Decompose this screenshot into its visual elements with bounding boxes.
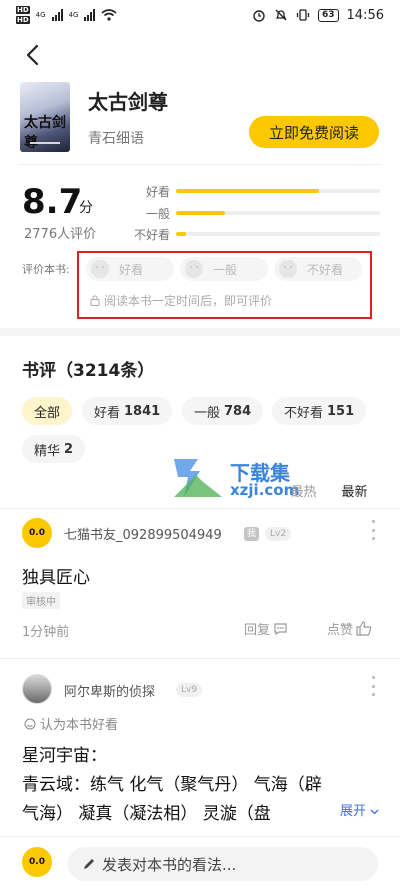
filter-label: 好看	[94, 405, 121, 421]
expand-label: 展开	[340, 804, 367, 819]
rating-bar-fill	[176, 232, 187, 236]
rating-bar-track	[176, 189, 380, 193]
my-avatar[interactable]: 0.0	[22, 847, 52, 877]
avatar[interactable]: 0.0	[22, 518, 52, 548]
section-separator	[0, 328, 400, 336]
rating-bar-good: 好看	[128, 184, 380, 199]
cover-decoration	[30, 142, 60, 144]
filter-label: 精华	[34, 443, 61, 459]
filter-count: 151	[327, 403, 355, 419]
divider	[20, 164, 380, 165]
avatar-face: 0.0	[29, 857, 45, 867]
like-label: 点赞	[327, 623, 354, 638]
avatar[interactable]	[22, 674, 52, 704]
sort-new[interactable]: 最新	[329, 477, 380, 503]
network-label-1: 4G	[35, 11, 46, 19]
signal-icon-2	[84, 9, 96, 21]
comment-icon	[274, 622, 287, 635]
opinion-text: 认为本书好看	[40, 718, 119, 733]
status-left: HD HD 4G 4G	[16, 5, 117, 25]
hd-tag-2: HD	[16, 16, 30, 24]
filter-normal[interactable]: 一般 784	[182, 397, 264, 425]
review-opinion: 认为本书好看	[24, 714, 118, 733]
mute-bell-icon	[275, 9, 287, 21]
rating-bar-label: 好看	[145, 184, 170, 199]
thumbs-up-icon	[356, 621, 372, 636]
back-button[interactable]	[18, 40, 46, 70]
reply-label: 回复	[244, 623, 271, 638]
status-bar: HD HD 4G 4G 63 14:56	[0, 0, 400, 30]
pencil-icon	[84, 859, 94, 869]
rating-bar-track	[176, 211, 380, 215]
book-cover[interactable]: 太古剑尊	[20, 82, 70, 152]
filter-featured[interactable]: 精华 2	[22, 435, 86, 463]
rating-bar-bad: 不好看	[128, 227, 380, 242]
rating-bar-fill	[176, 211, 225, 215]
clock: 14:56	[346, 7, 384, 23]
network-label-2: 4G	[68, 11, 79, 19]
highlight-annotation-box	[77, 251, 372, 319]
rating-unit: 分	[79, 200, 93, 216]
divider	[0, 508, 400, 509]
hd-tag-1: HD	[16, 6, 30, 14]
filter-count: 2	[64, 441, 74, 457]
review-time: 1分钟前	[22, 625, 70, 640]
review-username[interactable]: 七猫书友_092899504949	[64, 524, 222, 543]
my-rating-label: 评价本书:	[22, 263, 70, 276]
status-right: 63 14:56	[252, 8, 384, 23]
filter-label: 不好看	[284, 405, 324, 421]
avatar-face: 0.0	[29, 528, 45, 538]
rating-bar-track	[176, 232, 380, 236]
expand-button[interactable]: 展开	[334, 800, 380, 819]
rating-bar-normal: 一般	[128, 206, 380, 221]
cover-title: 太古剑尊	[24, 115, 66, 151]
rating-bar-label: 一般	[145, 206, 170, 221]
smile-icon	[24, 718, 36, 729]
level-badge: Lv2	[265, 527, 292, 541]
chevron-left-icon	[26, 44, 39, 66]
comment-input[interactable]: 发表对本书的看法...	[68, 847, 378, 881]
comment-bar: 0.0 发表对本书的看法...	[0, 836, 400, 888]
rating-bar-fill	[176, 189, 319, 193]
vibrate-icon	[296, 9, 310, 21]
chevron-down-icon	[370, 809, 379, 815]
book-author[interactable]: 青石细语	[88, 128, 144, 148]
me-badge: 我	[244, 527, 260, 541]
review-content[interactable]: 独具匠心	[22, 563, 90, 588]
rating-count: 2776人评价	[24, 227, 97, 242]
like-button[interactable]: 点赞	[327, 619, 372, 638]
review-content-line[interactable]: 青云域：练气 化气（聚气丹） 气海（辟	[22, 770, 322, 795]
more-options-icon[interactable]	[368, 520, 378, 540]
rating-bar-label: 不好看	[133, 227, 170, 242]
sort-hot[interactable]: 最热	[278, 477, 329, 503]
filter-count: 784	[224, 403, 252, 419]
reply-button[interactable]: 回复	[244, 619, 288, 638]
alarm-icon	[253, 10, 265, 22]
battery-icon: 63	[318, 8, 339, 22]
comment-placeholder: 发表对本书的看法...	[102, 855, 237, 874]
filter-label: 一般	[194, 405, 221, 421]
review-username[interactable]: 阿尔卑斯的侦探	[64, 681, 155, 700]
filter-label: 全部	[34, 405, 61, 421]
filter-all[interactable]: 全部	[22, 397, 73, 425]
filter-count: 1841	[124, 403, 161, 419]
divider	[0, 658, 400, 659]
signal-icon	[51, 9, 63, 21]
level-badge: Lv9	[176, 683, 203, 697]
free-read-button[interactable]: 立即免费阅读	[249, 116, 379, 148]
watermark-arrow-icon	[174, 459, 222, 497]
book-title: 太古剑尊	[88, 90, 168, 114]
filter-good[interactable]: 好看 1841	[82, 397, 173, 425]
more-options-icon[interactable]	[368, 676, 378, 696]
review-content-line[interactable]: 星河宇宙：	[22, 741, 107, 766]
filter-bad[interactable]: 不好看 151	[272, 397, 367, 425]
sort-switch: 最热 最新	[278, 477, 380, 503]
hd-icon: HD HD	[16, 5, 30, 25]
wifi-icon	[101, 9, 117, 21]
rating-score: 8.7	[22, 182, 83, 222]
review-content-line[interactable]: 气海） 凝真（凝法相） 灵漩（盘	[22, 799, 271, 824]
reviews-title: 书评（3214条）	[22, 361, 155, 381]
review-status-badge: 审核中	[22, 592, 60, 609]
